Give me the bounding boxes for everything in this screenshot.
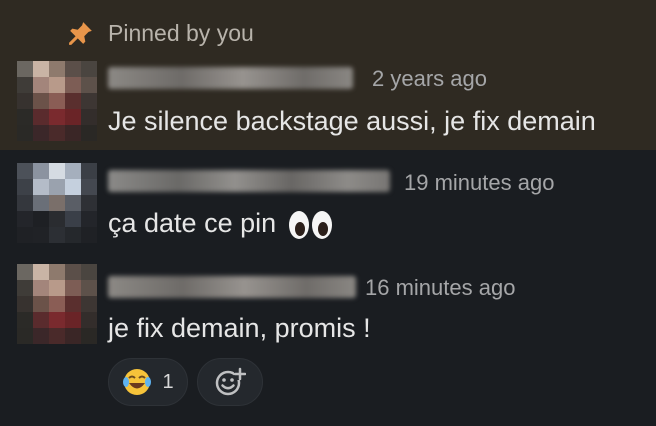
reaction-count: 1 [162,370,174,393]
message-text: ça date ce pin [108,208,334,240]
message-text-content: ça date ce pin [108,208,277,238]
avatar[interactable] [17,61,97,141]
message-timestamp[interactable]: 19 minutes ago [404,170,554,196]
reaction-joy[interactable]: 1 [108,358,188,406]
add-reaction-button[interactable] [197,358,263,406]
username-redacted[interactable] [108,170,390,192]
pushpin-icon [69,22,92,45]
avatar[interactable] [17,264,97,344]
avatar[interactable] [17,163,97,243]
username-redacted[interactable] [108,276,356,298]
message-text: Je silence backstage aussi, je fix demai… [108,106,596,136]
message-timestamp[interactable]: 2 years ago [372,66,487,92]
username-redacted[interactable] [108,67,353,89]
add-emoji-icon [215,367,246,396]
message-text: je fix demain, promis ! [108,313,371,343]
eyes-emoji [288,210,332,239]
pinned-label: Pinned by you [108,19,254,46]
message-timestamp[interactable]: 16 minutes ago [365,275,515,301]
joy-emoji [123,369,152,395]
pinned-banner: Pinned by you [68,16,254,50]
